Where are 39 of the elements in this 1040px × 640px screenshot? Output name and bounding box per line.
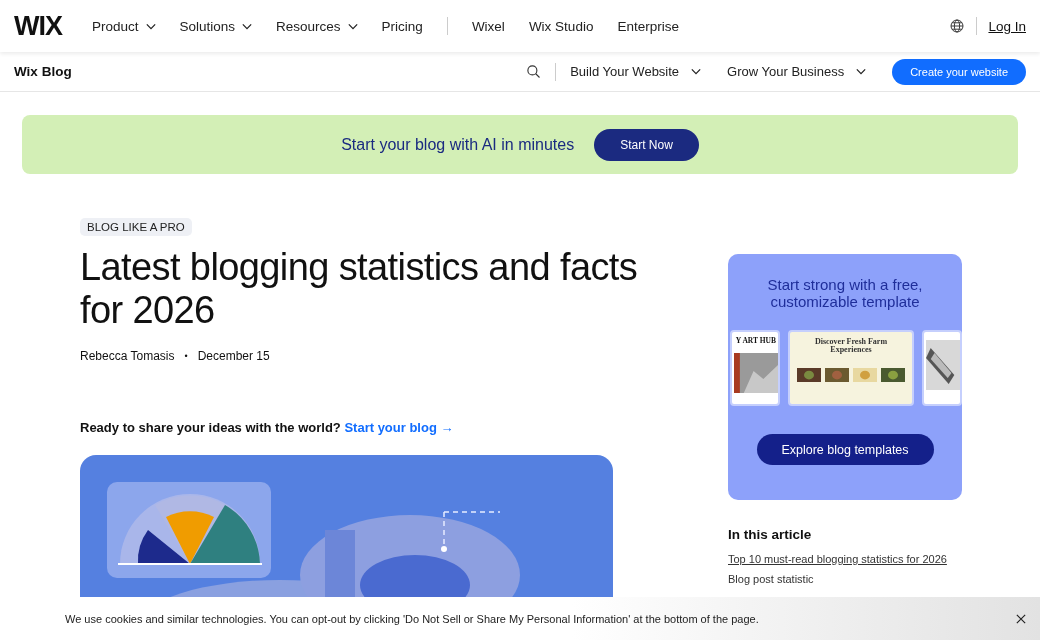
chevron-icon [856,68,867,75]
blog-title[interactable]: Wix Blog [14,64,72,79]
menu-dropdown[interactable]: Build Your Website [570,64,702,79]
start-blog-link[interactable]: Start your blog → [344,420,454,435]
nav-link[interactable]: Pricing [381,18,423,34]
template-thumbnail[interactable] [922,330,962,406]
toc-link[interactable]: Top 10 must-read blogging statistics for 2026 [728,553,947,565]
toc-heading: In this article [728,527,812,542]
create-website-button[interactable]: Create your website [892,58,1026,85]
chevron-icon [347,22,358,30]
nav-link[interactable]: Product [92,18,156,34]
nav-link[interactable]: Wixel [471,18,505,34]
cookie-text: We use cookies and similar technologies. You can opt-out by clicking 'Do Not Sell or Share My Personal Information' at the bottom of the page. [65,612,759,625]
chevron-icon [145,22,156,30]
publish-date: December 15 [197,349,270,364]
menu-dropdown[interactable]: Grow Your Business [727,64,867,79]
explore-templates-button[interactable]: Explore blog templates [756,434,934,465]
chevron-icon [242,22,253,30]
cta-text: Ready to share your ideas with the world? [80,420,341,435]
globe-icon[interactable] [949,18,966,34]
template-thumbnail[interactable]: Discover Fresh Farm Experiences [788,330,914,406]
logo[interactable]: WIX [14,10,62,42]
card-heading: Start strong with a free, customizable template [766,276,924,310]
toc-link[interactable]: Blog post statistic [728,573,814,585]
search-icon[interactable] [526,64,542,79]
start-now-button[interactable]: Start Now [594,128,699,161]
separator: • [184,350,188,363]
nav-link[interactable]: Resources [276,18,358,34]
article-title: Latest blogging statistics and facts for 2026 [80,246,639,332]
template-title: Discover Fresh Farm Experiences [813,338,889,354]
chevron-icon [691,68,702,75]
nav-link[interactable]: Solutions [179,18,253,34]
author-name[interactable]: Rebecca Tomasis [80,349,175,364]
close-icon[interactable] [1016,613,1026,624]
nav-link[interactable]: Enterprise [617,18,679,34]
category-tag[interactable]: BLOG LIKE A PRO [80,218,192,236]
banner-text: Start your blog with AI in minutes [341,135,575,154]
login-link[interactable]: Log In [988,18,1026,34]
nav-link[interactable]: Wix Studio [528,18,594,34]
